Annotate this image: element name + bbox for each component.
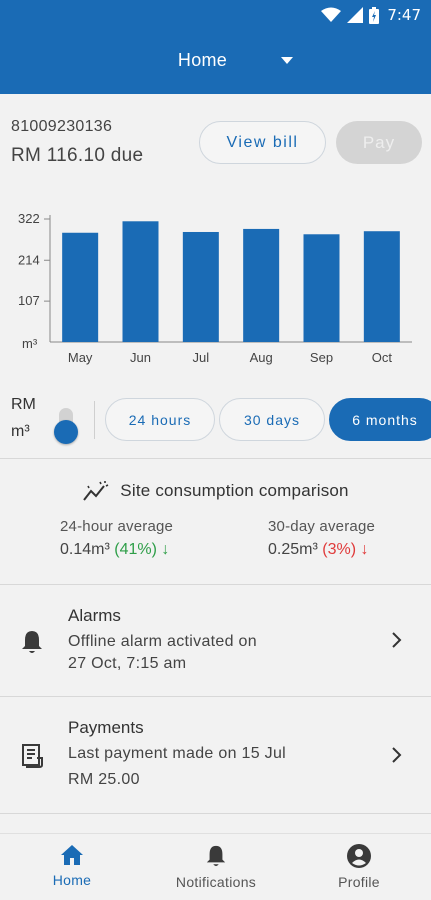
y-axis-unit-label: m³: [22, 336, 38, 351]
x-tick-label: Jun: [130, 350, 151, 365]
divider: [0, 813, 431, 814]
comparison-left-value: 0.14m³ (41%) ↓: [60, 541, 169, 559]
payments-line-1: Last payment made on 15 Jul: [68, 745, 287, 762]
comparison-left-label: 24-hour average: [60, 518, 174, 535]
account-number: 81009230136: [11, 118, 113, 135]
signal-icon: [347, 7, 364, 23]
payments-list-item[interactable]: Payments Last payment made on 15 Jul RM …: [0, 697, 431, 813]
comparison-right-label: 30-day average: [268, 518, 376, 535]
alarms-line-2: 27 Oct, 7:15 am: [68, 655, 187, 672]
range-30-days-button[interactable]: 30 days: [219, 398, 325, 441]
nav-notifications[interactable]: Notifications: [156, 844, 276, 890]
unit-label-m3: m³: [11, 423, 30, 440]
bar-may: [62, 232, 99, 342]
bar-jun: [122, 221, 159, 342]
x-tick-label: Sep: [310, 350, 333, 365]
status-bar: 7:47: [321, 4, 421, 26]
home-icon: [61, 845, 83, 865]
nav-profile[interactable]: Profile: [299, 844, 419, 890]
caret-down-icon: [281, 57, 294, 64]
x-tick-label: Jul: [193, 350, 210, 365]
y-tick-label: 107: [18, 293, 40, 308]
chevron-right-icon: [392, 747, 402, 763]
comparison-right-value: 0.25m³ (3%) ↓: [268, 541, 368, 559]
comparison-header: Site consumption comparison: [0, 480, 431, 502]
amount-due: RM 116.10 due: [11, 145, 144, 166]
nav-home-label: Home: [52, 872, 92, 888]
comparison-right-amount: 0.25m³: [268, 541, 318, 558]
comparison-title: Site consumption comparison: [120, 481, 349, 500]
range-6-months-button[interactable]: 6 months: [329, 398, 431, 441]
comparison-left-amount: 0.14m³: [60, 541, 110, 558]
range-24-hours-button[interactable]: 24 hours: [105, 398, 215, 441]
wifi-icon: [321, 7, 342, 22]
unit-toggle-switch[interactable]: [54, 406, 78, 444]
payments-title: Payments: [68, 718, 144, 737]
bar-aug: [243, 228, 280, 342]
alarms-line-1: Offline alarm activated on: [68, 633, 257, 650]
header-title: Home: [177, 50, 228, 70]
bar-jul: [182, 231, 219, 342]
switch-thumb: [54, 420, 78, 444]
x-tick-label: Oct: [372, 350, 393, 365]
nav-notifications-label: Notifications: [175, 874, 257, 890]
x-tick-label: May: [68, 350, 93, 365]
bell-icon: [206, 845, 226, 867]
comparison-left-percent: (41%): [114, 541, 157, 558]
pay-button[interactable]: Pay: [336, 121, 422, 164]
comparison-right-percent: (3%): [322, 541, 357, 558]
alarms-list-item[interactable]: Alarms Offline alarm activated on 27 Oct…: [0, 585, 431, 696]
status-time: 7:47: [387, 6, 421, 24]
bar-oct: [363, 231, 400, 342]
trend-chart-icon: [83, 481, 109, 501]
usage-bar-chart: 107 214 322 m³ May Jun Jul Aug Sep Oct: [18, 211, 412, 365]
y-tick-label: 214: [18, 252, 40, 267]
view-bill-button[interactable]: View bill: [199, 121, 326, 164]
y-tick-label: 322: [18, 211, 40, 226]
user-icon: [347, 844, 371, 868]
app-header: 7:47 Home: [0, 0, 431, 94]
divider: [0, 458, 431, 459]
unit-label-rm: RM: [11, 396, 36, 413]
arrow-down-icon: ↓: [360, 541, 369, 558]
bell-icon: [22, 631, 42, 653]
nav-profile-label: Profile: [338, 874, 380, 890]
bottom-navigation: Home Notifications Profile: [0, 833, 431, 900]
bar-sep: [303, 234, 340, 342]
arrow-down-icon: ↓: [161, 541, 170, 558]
payments-line-2: RM 25.00: [68, 771, 140, 788]
x-tick-label: Aug: [250, 350, 273, 365]
divider: [94, 401, 95, 439]
battery-icon: [369, 6, 380, 24]
nav-home[interactable]: Home: [12, 844, 132, 888]
location-selector[interactable]: Home: [0, 50, 431, 71]
receipt-icon: [22, 744, 43, 768]
chevron-right-icon: [392, 632, 402, 648]
alarms-title: Alarms: [68, 606, 121, 625]
